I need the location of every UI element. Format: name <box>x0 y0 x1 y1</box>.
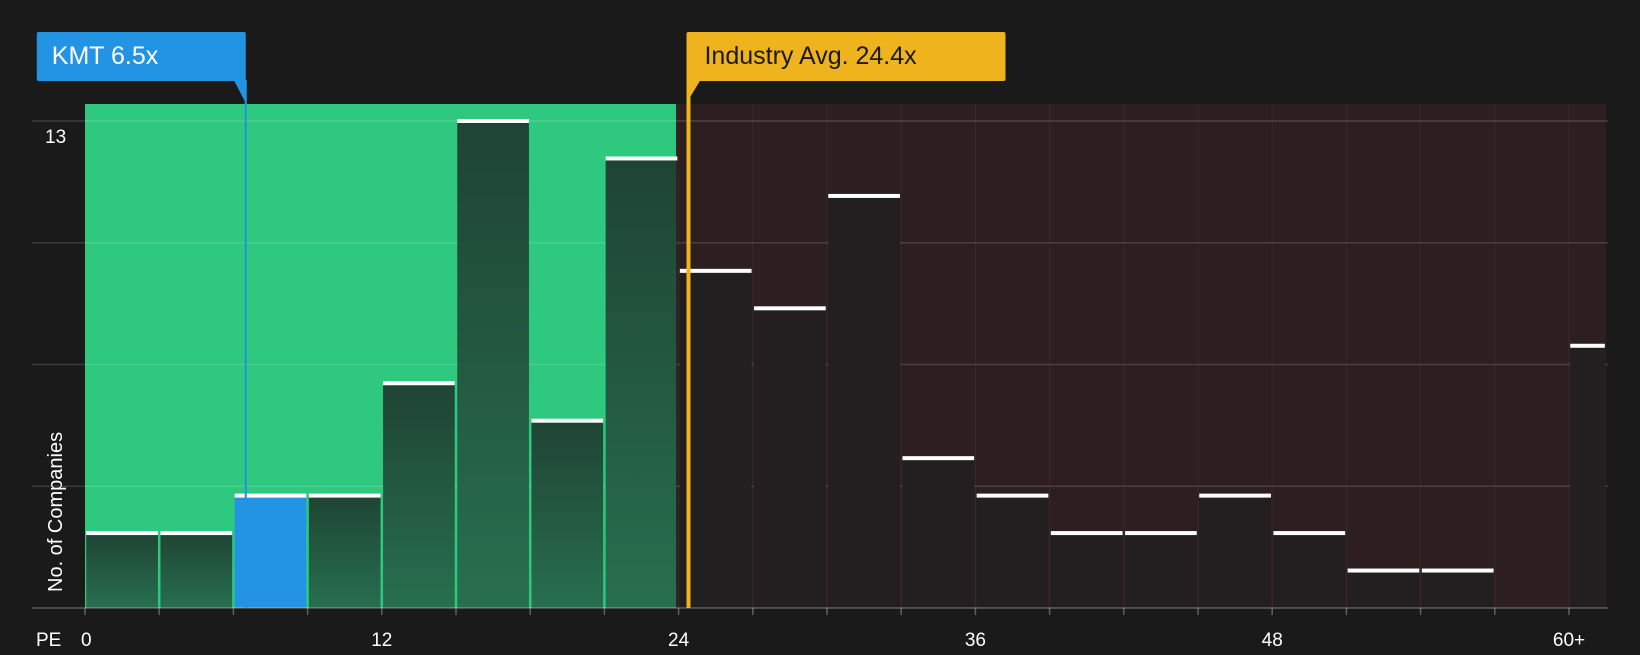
histogram-bar-cap <box>902 456 975 461</box>
histogram-bar-cap <box>1421 568 1494 573</box>
histogram-bar-cap <box>679 268 752 273</box>
marker-pointer <box>686 80 701 103</box>
histogram-bar <box>1125 533 1197 608</box>
histogram-bar <box>1199 495 1271 608</box>
histogram-bar <box>1347 570 1420 608</box>
histogram-bar <box>1273 533 1346 608</box>
histogram-bar <box>754 308 826 608</box>
pe-histogram-chart: 0 12 24 36 48 60+ PE 13 No. of Companies KMT 6.5… <box>0 0 1640 651</box>
histogram-bar <box>457 121 529 608</box>
histogram-bar <box>160 533 233 608</box>
histogram-bar-cap <box>1199 493 1271 498</box>
histogram-bar <box>828 195 900 608</box>
marker-label: KMT 6.5x <box>52 42 159 70</box>
histogram-bar-cap <box>308 493 381 498</box>
y-tick-label: 13 <box>45 127 66 148</box>
histogram-bar-cap <box>754 306 826 311</box>
histogram-bar <box>679 270 752 608</box>
marker-pointer <box>233 80 246 103</box>
histogram-bar <box>86 533 158 608</box>
histogram-bar-cap <box>1050 531 1123 536</box>
histogram-bar-cap <box>531 418 604 423</box>
x-tick-label: 12 <box>371 630 392 650</box>
histogram-bar <box>902 458 975 608</box>
histogram-bar <box>1421 570 1494 608</box>
histogram-bar <box>1570 345 1605 608</box>
histogram-bar-cap <box>457 119 529 123</box>
histogram-bar-cap <box>1125 531 1197 536</box>
histogram-bar <box>308 495 381 608</box>
chart-svg: 0 12 24 36 48 60+ PE 13 No. of Companies KMT 6.5… <box>32 32 1608 651</box>
marker-label: Industry Avg. 24.4x <box>704 42 917 70</box>
histogram-bar-cap <box>1347 568 1420 573</box>
x-tick-label: 60+ <box>1553 630 1585 650</box>
histogram-bar <box>383 383 455 608</box>
histogram-bar-cap <box>160 531 233 536</box>
histogram-bar-cap <box>605 156 678 161</box>
histogram-bar-cap <box>1273 531 1346 536</box>
histogram-bar-cap <box>828 193 900 198</box>
x-tick-label: 36 <box>965 630 986 650</box>
x-axis-label: PE <box>36 630 61 650</box>
histogram-bar-cap <box>86 531 158 536</box>
histogram-bar <box>605 158 677 608</box>
histogram-bar <box>531 420 604 608</box>
x-tick-label: 0 <box>81 630 92 650</box>
histogram-bar <box>976 495 1049 608</box>
histogram-bar-cap <box>1570 343 1605 348</box>
x-tick-label: 24 <box>668 630 690 650</box>
histogram-bar-cap <box>383 381 455 386</box>
x-tick-label: 48 <box>1262 630 1283 650</box>
histogram-bar <box>1050 533 1123 608</box>
y-axis-label: No. of Companies <box>45 432 67 592</box>
histogram-bar-cap <box>976 493 1049 498</box>
